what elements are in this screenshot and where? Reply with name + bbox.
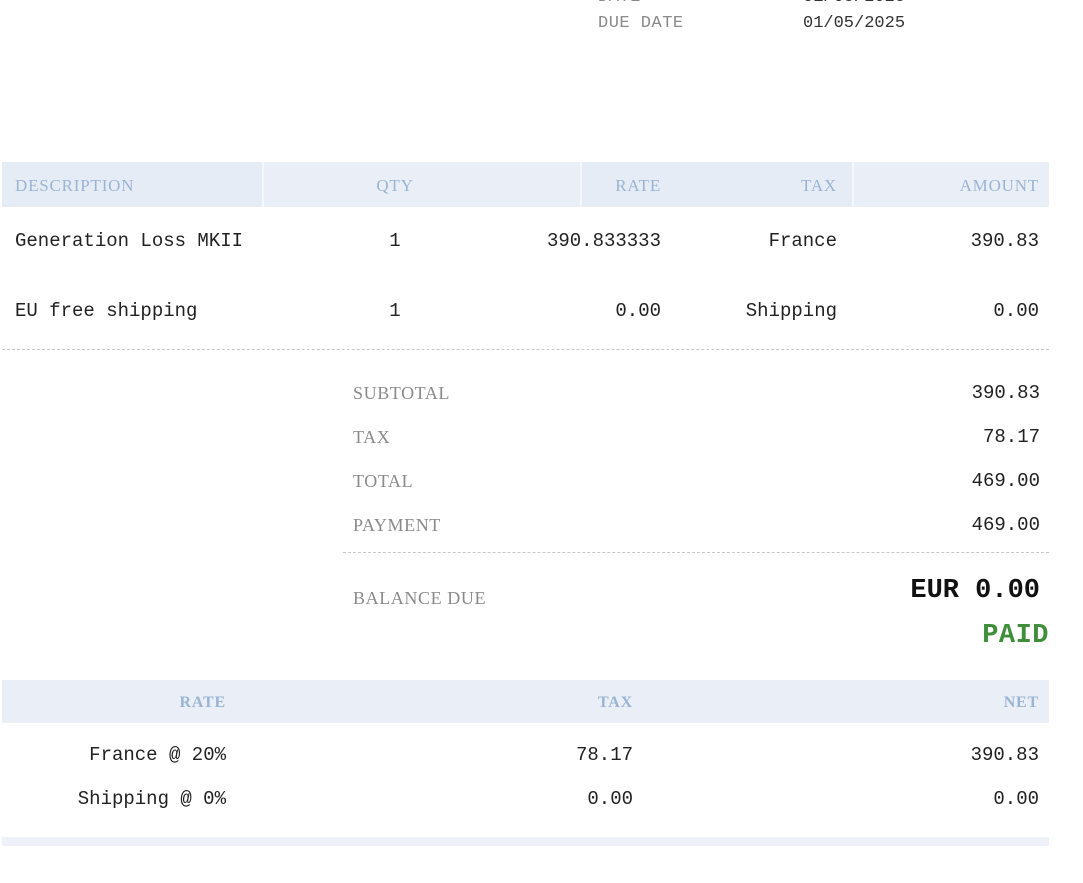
invoice-date-label: DATE: [598, 0, 641, 10]
item-amount: 390.83: [970, 230, 1039, 252]
tax-total-row: TAX 78.17: [353, 424, 1040, 450]
payment-label: PAYMENT: [353, 515, 441, 535]
invoice-date-row: DATE 01/05/2025: [0, 0, 1083, 10]
table-row: EU free shipping 1 0.00 Shipping 0.00: [2, 299, 1049, 329]
header-amount: AMOUNT: [959, 176, 1039, 195]
tax-summary-header-rate: RATE: [179, 694, 226, 711]
due-date-value: 01/05/2025: [803, 14, 906, 33]
item-rate: 390.833333: [546, 230, 661, 252]
due-date-row: DUE DATE 01/05/2025: [0, 12, 1083, 36]
grand-total-value: 469.00: [971, 470, 1040, 492]
item-rate: 0.00: [615, 300, 661, 322]
header-description: DESCRIPTION: [15, 176, 135, 195]
tax-summary-rate: France @ 20%: [89, 744, 226, 766]
due-date-label: DUE DATE: [598, 14, 684, 33]
item-amount: 0.00: [993, 300, 1039, 322]
header-rate: RATE: [615, 176, 661, 195]
invoice-date-value: 01/05/2025: [803, 0, 905, 10]
tax-summary-header: RATE TAX NET: [2, 680, 1049, 723]
item-tax: Shipping: [745, 300, 837, 322]
totals-divider: [343, 552, 1049, 553]
tax-summary-footer: [2, 837, 1049, 846]
item-qty: 1: [389, 300, 401, 322]
header-tax: TAX: [801, 176, 837, 195]
balance-due-value: EUR 0.00: [910, 576, 1040, 606]
tax-summary-tax: 0.00: [587, 788, 633, 810]
tax-summary-tax: 78.17: [575, 744, 633, 766]
tax-total-label: TAX: [353, 427, 391, 447]
table-row: Generation Loss MKII 1 390.833333 France…: [2, 229, 1049, 283]
items-table-header: DESCRIPTION QTY RATE TAX AMOUNT: [2, 162, 1049, 207]
item-description: EU free shipping: [15, 300, 198, 322]
tax-summary-rate: Shipping @ 0%: [77, 788, 226, 810]
payment-row: PAYMENT 469.00: [353, 512, 1040, 538]
subtotal-row: SUBTOTAL 390.83: [353, 380, 1040, 406]
grand-total-row: TOTAL 469.00: [353, 468, 1040, 494]
tax-summary-net: 390.83: [970, 744, 1039, 766]
items-divider: [2, 349, 1049, 350]
payment-value: 469.00: [971, 514, 1040, 536]
subtotal-value: 390.83: [971, 382, 1040, 404]
tax-summary-row: France @ 20% 78.17 390.83: [2, 742, 1049, 768]
item-qty: 1: [389, 230, 401, 252]
item-description: Generation Loss MKII: [15, 230, 244, 252]
tax-summary-header-tax: TAX: [598, 694, 633, 711]
tax-total-value: 78.17: [982, 426, 1040, 448]
grand-total-label: TOTAL: [353, 471, 414, 491]
tax-summary-row: Shipping @ 0% 0.00 0.00: [2, 786, 1049, 812]
subtotal-label: SUBTOTAL: [353, 383, 451, 403]
balance-due-label: BALANCE DUE: [353, 588, 487, 608]
paid-status-badge: PAID: [982, 621, 1049, 651]
header-qty: QTY: [376, 176, 414, 195]
tax-summary-net: 0.00: [993, 788, 1039, 810]
item-tax: France: [768, 230, 837, 252]
tax-summary-header-net: NET: [1003, 694, 1039, 711]
